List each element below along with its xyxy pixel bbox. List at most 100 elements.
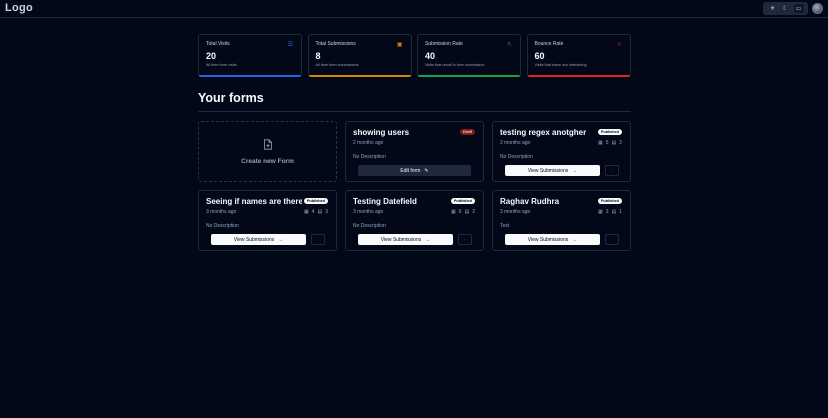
stat-value: 20 (206, 51, 217, 61)
view-submissions-label: View Submissions (380, 236, 422, 243)
eye-icon: ☰ (287, 42, 293, 48)
cursor-click-icon: ↖ (506, 42, 512, 48)
form-card-raghav-rudhra: Raghav Rudhra Published 3 months ago ▦ 3 … (492, 190, 631, 251)
form-title: showing users (353, 128, 410, 137)
view-submissions-label: View Submissions (527, 167, 569, 174)
view-submissions-button[interactable]: View Submissions → (358, 234, 453, 245)
navbar: Logo ☀ ☾ ▭ (0, 0, 828, 18)
form-card-seeing-names: Seeing if names are there Published 3 mo… (198, 190, 337, 251)
form-title: Seeing if names are there (206, 197, 302, 206)
share-button[interactable]: ◦ (605, 234, 619, 245)
sun-icon[interactable]: ☀ (768, 4, 778, 13)
share-button[interactable]: ◦ (605, 165, 619, 176)
form-date: 2 months ago (500, 140, 531, 146)
eye-icon: ▦ (303, 209, 309, 215)
stat-accent-bar (418, 75, 520, 77)
form-date: 3 months ago (500, 209, 531, 215)
create-form-button[interactable]: Create new Form (198, 121, 337, 182)
submissions-count: 1 (619, 209, 622, 215)
form-date: 3 months ago (206, 209, 237, 215)
avatar[interactable] (812, 3, 823, 14)
share-icon: ◦ (317, 237, 319, 242)
status-badge: Published (303, 198, 328, 204)
form-description: No Description (353, 223, 386, 229)
form-card-testing-regex: testing regex anotgher Published 2 month… (492, 121, 631, 182)
stat-title: Submission Rate (425, 41, 463, 47)
create-form-label: Create new Form (241, 157, 294, 165)
logo[interactable]: Logo (5, 2, 33, 14)
stat-help: All time form visits (206, 63, 237, 67)
status-badge: Published (450, 198, 475, 204)
view-submissions-button[interactable]: View Submissions → (505, 165, 600, 176)
submissions-icon: ▤ (464, 209, 470, 215)
arrow-right-icon: → (572, 236, 578, 243)
stat-card-submission-rate: Submission Rate 40 Visits that result in… (417, 34, 521, 77)
arrow-right-icon: → (425, 236, 431, 243)
form-description: No Description (500, 154, 533, 160)
stat-help: Visits that leave w/o interacting (534, 63, 587, 67)
form-description: No Description (353, 154, 386, 160)
view-submissions-button[interactable]: View Submissions → (211, 234, 306, 245)
eye-icon: ▦ (597, 140, 603, 146)
submissions-count: 2 (472, 209, 475, 215)
status-badge: Draft (460, 129, 475, 135)
share-button[interactable]: ◦ (311, 234, 325, 245)
form-stats: ▦ 4 ▤ 3 (304, 209, 328, 215)
stats-cards: Total Visits 20 All time form visits ☰ T… (198, 34, 631, 77)
form-title: Testing Datefield (353, 197, 417, 206)
form-description: Test (500, 223, 510, 229)
arrow-right-icon: → (572, 167, 578, 174)
visits-count: 6 (458, 209, 462, 215)
visits-count: 3 (605, 209, 609, 215)
edit-form-button[interactable]: Edit form ✎ (358, 165, 471, 176)
submissions-icon: ▤ (317, 209, 323, 215)
stat-title: Total Visits (206, 41, 230, 47)
arrow-right-icon: → (278, 236, 284, 243)
moon-icon[interactable]: ☾ (781, 4, 791, 13)
edit-form-label: Edit form (400, 167, 421, 174)
status-badge: Published (597, 198, 622, 204)
stat-value: 40 (425, 51, 436, 61)
stat-card-total-visits: Total Visits 20 All time form visits ☰ (198, 34, 302, 77)
view-submissions-button[interactable]: View Submissions → (505, 234, 600, 245)
form-stats: ▦ 5 ▤ 2 (598, 140, 622, 146)
form-card-showing-users: showing users Draft 2 months ago No Desc… (345, 121, 484, 182)
edit-icon: ✎ (424, 167, 429, 174)
share-icon: ◦ (611, 237, 613, 242)
divider (198, 111, 631, 112)
eye-icon: ▦ (450, 209, 456, 215)
form-stats: ▦ 6 ▤ 2 (451, 209, 475, 215)
stat-accent-bar (199, 75, 301, 77)
split-arrow-icon: ⋎ (617, 42, 622, 48)
share-icon: ◦ (611, 168, 613, 173)
submissions-icon: ▤ (611, 209, 617, 215)
stat-value: 8 (315, 51, 321, 61)
monitor-icon[interactable]: ▭ (793, 4, 804, 13)
submissions-count: 2 (619, 140, 622, 146)
visits-count: 5 (605, 140, 609, 146)
eye-icon: ▦ (597, 209, 603, 215)
form-title: testing regex anotgher (500, 128, 587, 137)
theme-toggle: ☀ ☾ ▭ (763, 2, 808, 15)
form-stats: ▦ 3 ▤ 1 (598, 209, 622, 215)
form-title: Raghav Rudhra (500, 197, 560, 206)
visits-count: 4 (311, 209, 315, 215)
forms-grid: Create new Form showing users Draft 2 mo… (198, 121, 631, 251)
view-submissions-label: View Submissions (527, 236, 569, 243)
clipboard-icon: ▣ (396, 42, 403, 48)
form-date: 2 months ago (353, 140, 384, 146)
form-description: No Description (206, 223, 239, 229)
stat-title: Bounce Rate (534, 41, 564, 47)
view-submissions-label: View Submissions (233, 236, 275, 243)
status-badge: Published (597, 129, 622, 135)
file-plus-icon (263, 138, 273, 153)
stat-title: Total Submissions (315, 41, 356, 47)
stat-card-bounce-rate: Bounce Rate 60 Visits that leave w/o int… (526, 34, 631, 77)
stat-value: 60 (534, 51, 545, 61)
form-card-testing-datefield: Testing Datefield Published 3 months ago… (345, 190, 484, 251)
stat-accent-bar (308, 75, 411, 77)
share-icon: ◦ (464, 237, 466, 242)
share-button[interactable]: ◦ (458, 234, 472, 245)
section-title: Your forms (198, 91, 264, 105)
submissions-count: 3 (325, 209, 328, 215)
